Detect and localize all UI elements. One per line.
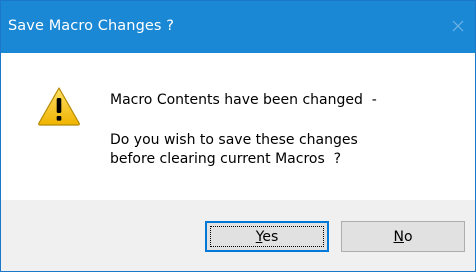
- no-button[interactable]: No: [341, 221, 465, 252]
- title-bar[interactable]: Save Macro Changes ?: [1, 1, 475, 53]
- no-button-label: No: [393, 229, 412, 245]
- yes-label-rest: es: [262, 228, 279, 245]
- no-label-rest: o: [403, 228, 413, 245]
- no-accelerator: N: [393, 228, 404, 245]
- dialog-window: Save Macro Changes ? Macro Contents have…: [0, 0, 476, 272]
- close-icon: [452, 20, 464, 32]
- message-line-1: Macro Contents have been changed -: [110, 92, 377, 108]
- message-line-2: Do you wish to save these changes: [110, 132, 358, 148]
- message-area: Macro Contents have been changed - Do yo…: [1, 53, 475, 200]
- message-line-3: before clearing current Macros ?: [110, 151, 342, 167]
- yes-button-label: Yes: [256, 229, 279, 245]
- dialog-title: Save Macro Changes ?: [8, 18, 175, 34]
- warning-icon: [38, 87, 80, 126]
- yes-button[interactable]: Yes: [205, 221, 329, 252]
- close-button[interactable]: [447, 15, 469, 37]
- button-bar: Yes No: [1, 200, 475, 271]
